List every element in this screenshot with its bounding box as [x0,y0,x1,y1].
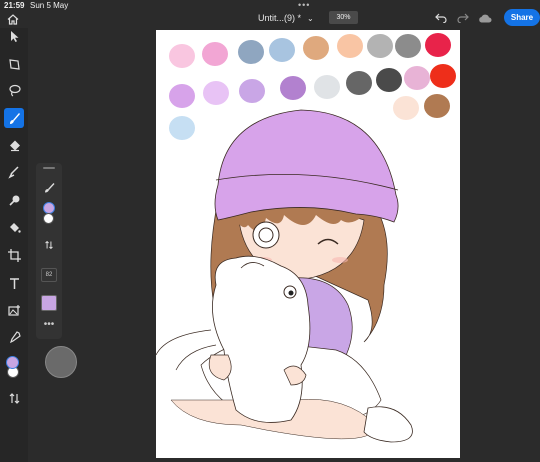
lasso-icon [8,84,21,97]
brush-tool[interactable] [4,108,24,128]
chevron-down-icon: ⌄ [307,14,314,23]
panel-drag-handle[interactable] [43,167,55,169]
brush-color-square[interactable] [41,295,57,311]
panel-swap-button[interactable] [39,239,59,251]
brush-size-field[interactable]: 82 [41,268,57,282]
beanie-hat [214,109,399,223]
cloud-icon [479,14,492,22]
home-icon [7,13,19,25]
eyedropper-tool[interactable] [4,327,24,347]
panel-color-swatches[interactable] [39,201,59,225]
type-icon [9,277,19,289]
transform-icon [8,58,20,70]
brush-icon [9,112,20,124]
swap-arrows-icon [9,392,19,404]
title-bar: Untit...(9) * ⌄ 30% [0,8,540,28]
eraser-tool[interactable] [4,135,24,155]
share-button[interactable]: Share [504,9,540,26]
document-name: Untit...(9) * [258,13,302,23]
clone-stamp-icon [8,195,19,206]
crop-icon [7,248,21,262]
place-image-tool[interactable] [4,300,24,320]
eyedropper-icon [9,330,21,343]
redo-icon [457,13,469,23]
smudge-icon [7,165,19,179]
smudge-tool[interactable] [4,162,24,182]
lasso-tool[interactable] [4,80,24,100]
redo-button[interactable] [456,12,470,24]
foreground-color-swatch[interactable] [6,356,19,369]
right-blush [332,257,348,263]
type-tool[interactable] [4,273,24,293]
transform-tool[interactable] [4,54,24,74]
home-button[interactable] [5,12,21,26]
eraser-icon [9,140,20,151]
touch-shortcut-button[interactable] [45,346,77,378]
illustration [156,109,413,443]
undo-button[interactable] [434,12,448,24]
paint-bucket-icon [9,222,21,233]
document-title[interactable]: Untit...(9) * ⌄ [258,13,314,23]
cloud-status[interactable] [478,12,492,24]
arrow-cursor-icon [10,30,18,42]
left-eye [252,221,280,249]
artboard-canvas[interactable] [156,30,460,458]
undo-icon [435,13,447,23]
brush-options-panel: 82 ••• [36,163,62,339]
swap-arrows-icon [45,240,53,250]
more-options-icon[interactable]: ••• [39,319,59,330]
brush-settings-icon [44,182,54,192]
move-tool[interactable] [4,26,24,46]
paint-bucket-tool[interactable] [4,217,24,237]
zoom-level[interactable]: 30% [329,11,358,24]
swap-colors-button[interactable] [4,388,24,408]
place-image-icon [7,304,20,316]
sock [363,406,413,443]
panel-background-swatch[interactable] [43,213,54,224]
crop-tool[interactable] [4,245,24,265]
color-swatches[interactable] [6,356,24,378]
clone-stamp-tool[interactable] [4,190,24,210]
brush-settings-button[interactable] [39,180,59,194]
plush-bear-pupil [288,290,294,296]
left-toolbar [0,28,28,462]
